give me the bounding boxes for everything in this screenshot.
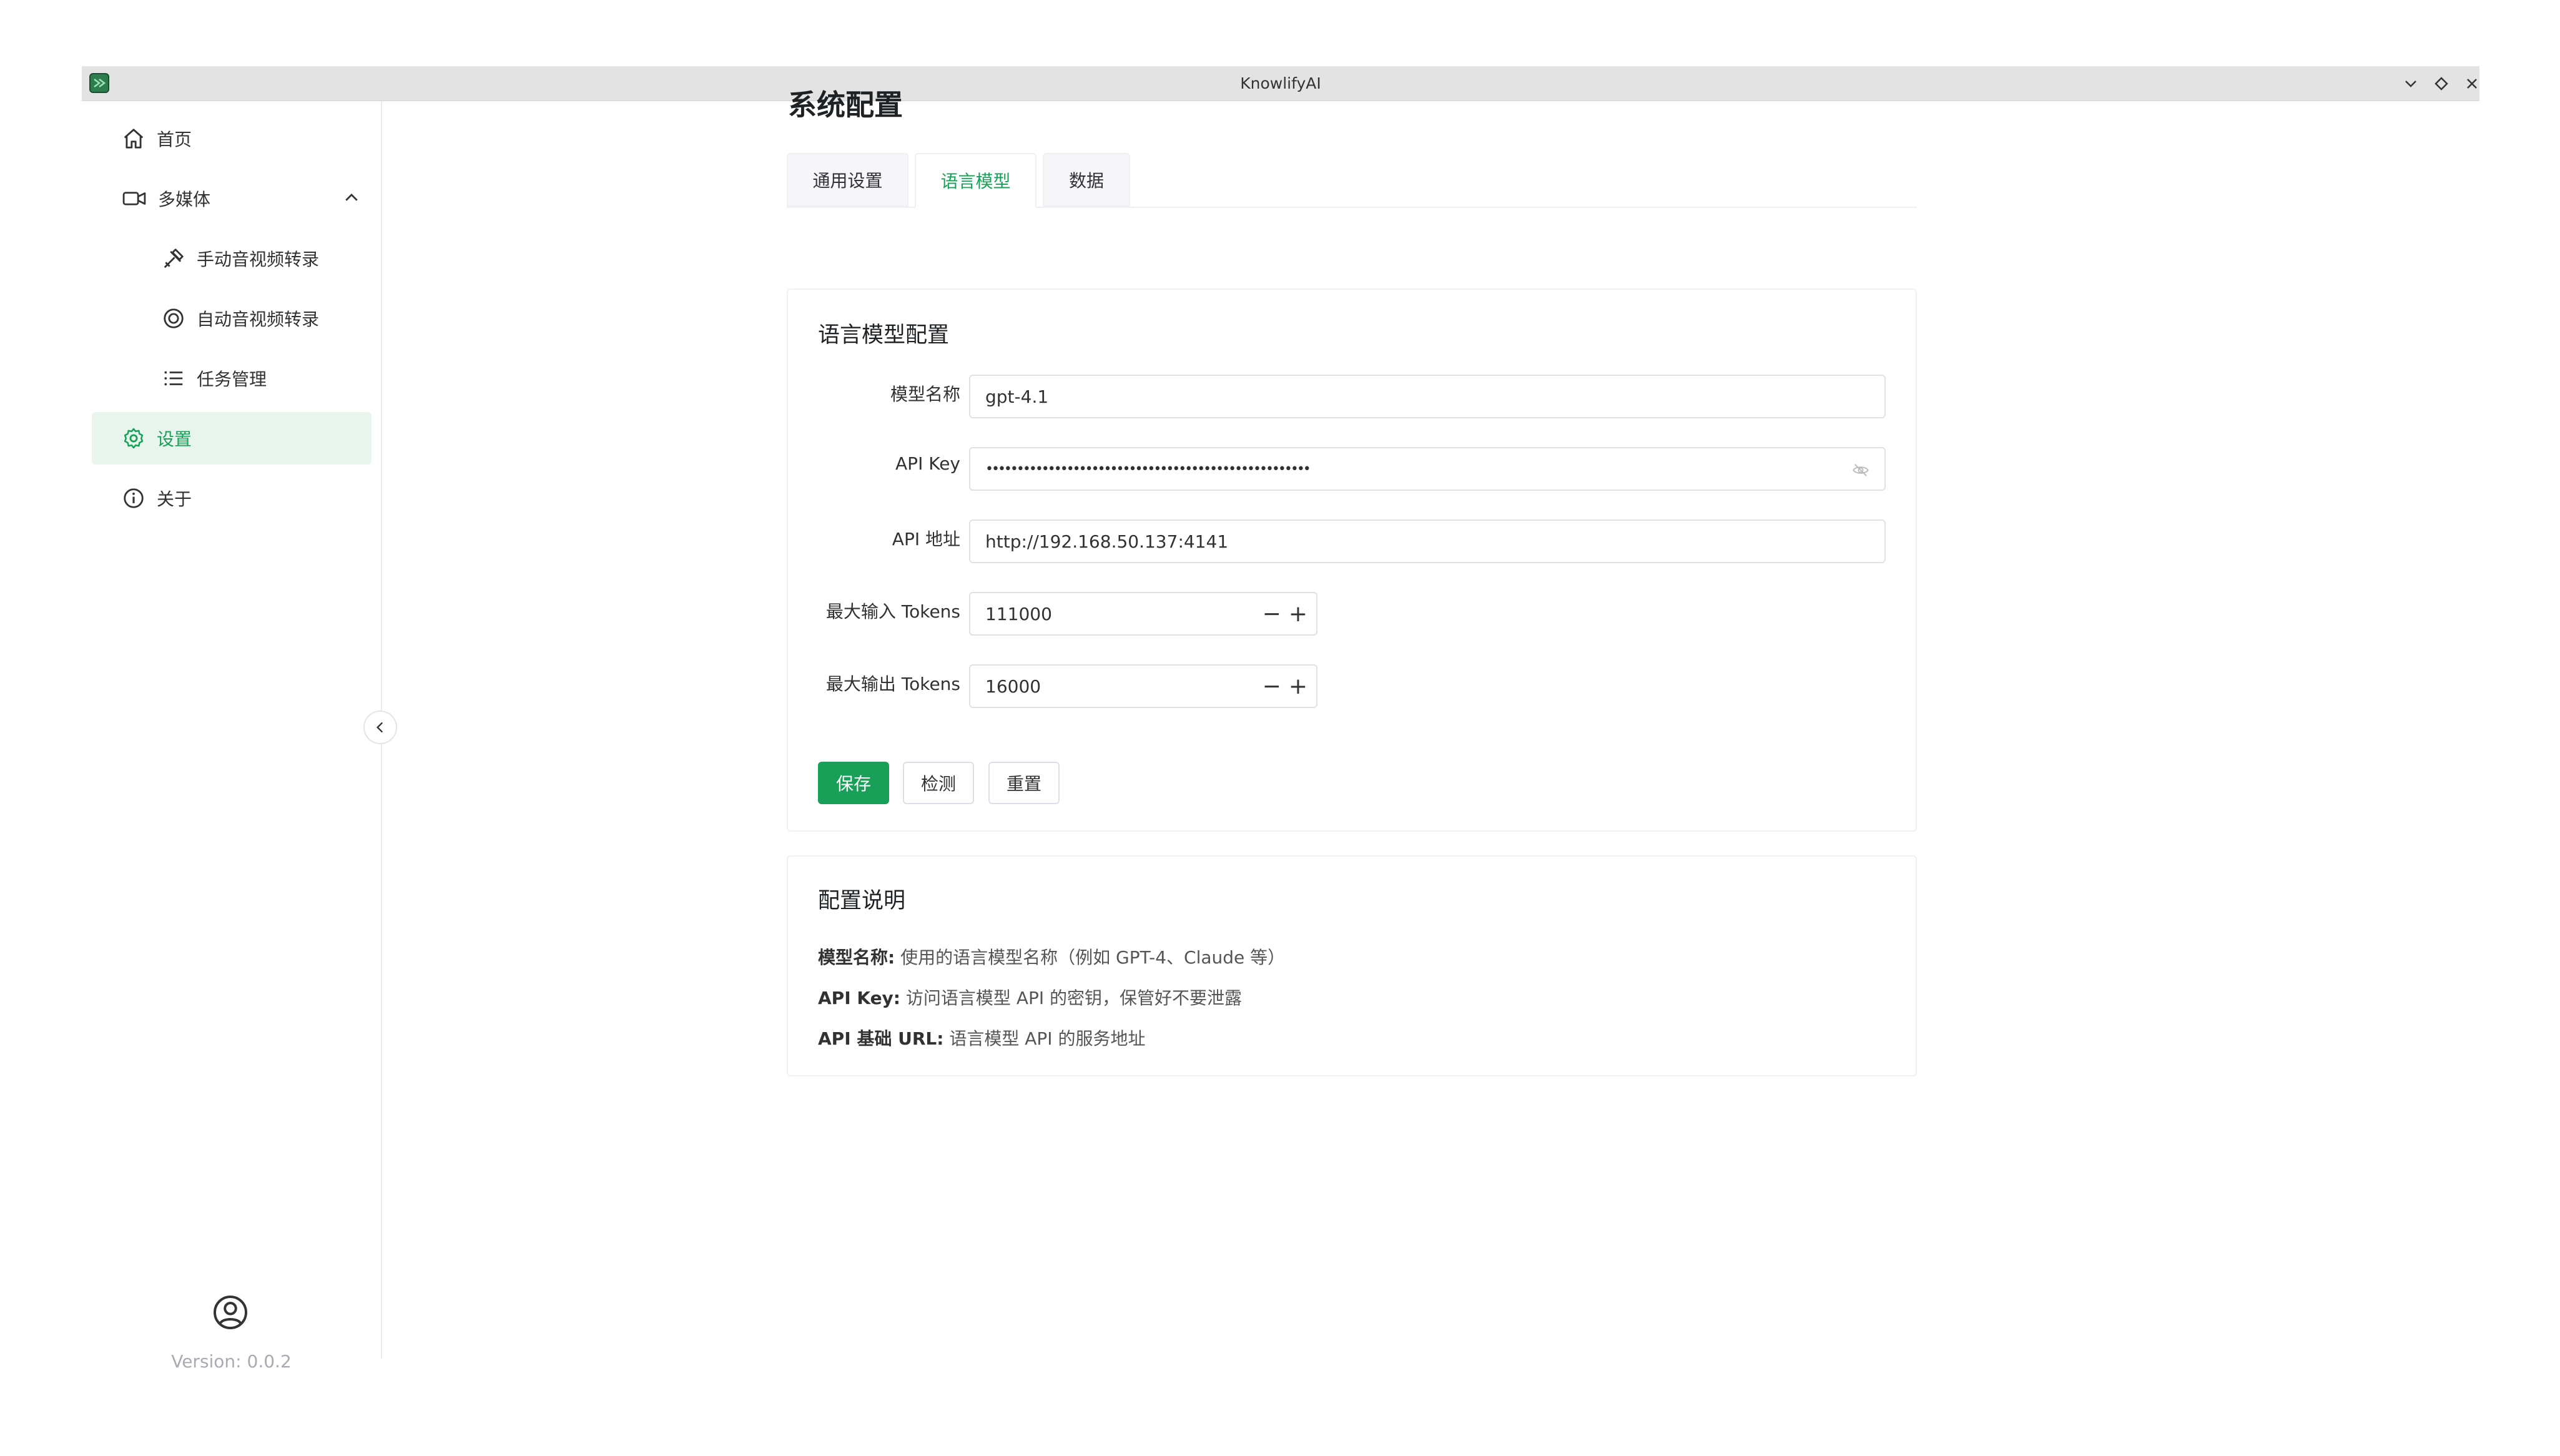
- config-help-card: 配置说明 模型名称: 使用的语言模型名称（例如 GPT-4、Claude 等） …: [787, 855, 1917, 1076]
- diamond-icon: [2434, 77, 2448, 91]
- input-value: 16000: [985, 676, 1041, 697]
- eye-off-icon[interactable]: [1852, 461, 1869, 479]
- tab-language-model[interactable]: 语言模型: [915, 153, 1036, 208]
- model-name-label: 模型名称: [890, 384, 960, 405]
- tools-icon: [164, 248, 184, 268]
- sidebar-item-label: 首页: [157, 129, 192, 150]
- stepper: − +: [1263, 666, 1307, 707]
- max-output-tokens-input[interactable]: 16000 − +: [969, 664, 1317, 708]
- chevron-left-icon: [376, 722, 383, 733]
- input-value: ••••••••••••••••••••••••••••••••••••••••…: [985, 461, 1311, 477]
- sidebar: 首页 多媒体 手动音视频转录 自动音视频转录 任务管理 设置 关于 Versio: [82, 101, 383, 1372]
- api-url-label: API 地址: [892, 529, 960, 549]
- title-bar: KnowlifyAI: [82, 66, 2479, 101]
- sidebar-item-label: 自动音视频转录: [197, 309, 320, 330]
- save-button[interactable]: 保存: [818, 762, 889, 804]
- list-icon: [164, 371, 183, 386]
- help-line: 模型名称: 使用的语言模型名称（例如 GPT-4、Claude 等）: [818, 944, 1285, 969]
- decrement-button[interactable]: −: [1263, 601, 1281, 627]
- info-icon: [124, 488, 144, 508]
- sidebar-item-task-manage[interactable]: 任务管理: [162, 352, 368, 405]
- help-text: 访问语言模型 API 的密钥，保管好不要泄露: [900, 988, 1243, 1008]
- sidebar-item-label: 任务管理: [197, 369, 267, 390]
- gear-icon: [124, 428, 144, 449]
- llm-config-card: 语言模型配置 模型名称 gpt-4.1 API Key ••••••••••••…: [787, 288, 1917, 832]
- decrement-button[interactable]: −: [1263, 674, 1281, 699]
- help-line: API Key: 访问语言模型 API 的密钥，保管好不要泄露: [818, 985, 1242, 1010]
- user-avatar-icon[interactable]: [212, 1294, 249, 1331]
- input-value: http://192.168.50.137:4141: [985, 531, 1229, 552]
- help-key: 模型名称:: [818, 947, 895, 968]
- window-title: KnowlifyAI: [1240, 74, 1321, 92]
- minimize-button[interactable]: [2399, 72, 2423, 96]
- model-name-input[interactable]: gpt-4.1: [969, 375, 1886, 418]
- tab-general[interactable]: 通用设置: [787, 153, 908, 207]
- video-camera-icon: [122, 192, 146, 205]
- help-key: API 基础 URL:: [818, 1028, 944, 1049]
- check-button[interactable]: 检测: [903, 762, 974, 804]
- card-title: 语言模型配置: [818, 323, 950, 348]
- max-input-tokens-input[interactable]: 111000 − +: [969, 592, 1317, 636]
- close-button[interactable]: [2460, 72, 2484, 96]
- sidebar-item-multimedia[interactable]: 多媒体: [122, 172, 383, 225]
- sidebar-item-label: 关于: [157, 489, 192, 509]
- api-url-input[interactable]: http://192.168.50.137:4141: [969, 519, 1886, 563]
- sidebar-item-label: 设置: [157, 429, 192, 450]
- api-key-input[interactable]: ••••••••••••••••••••••••••••••••••••••••…: [969, 447, 1886, 491]
- increment-button[interactable]: +: [1289, 601, 1307, 627]
- help-key: API Key:: [818, 988, 901, 1008]
- sidebar-item-settings[interactable]: 设置: [92, 412, 372, 465]
- sidebar-item-manual-transcribe[interactable]: 手动音视频转录: [162, 232, 368, 285]
- sidebar-item-about[interactable]: 关于: [122, 472, 353, 524]
- sidebar-collapse-button[interactable]: [363, 711, 397, 744]
- sidebar-item-label: 手动音视频转录: [197, 249, 320, 270]
- reset-button[interactable]: 重置: [988, 762, 1060, 804]
- max-output-tokens-label: 最大输出 Tokens: [825, 674, 960, 694]
- close-icon: [2467, 79, 2477, 89]
- target-icon: [164, 308, 184, 328]
- input-value: gpt-4.1: [985, 386, 1049, 407]
- input-value: 111000: [985, 603, 1052, 624]
- help-text: 使用的语言模型名称（例如 GPT-4、Claude 等）: [895, 947, 1286, 968]
- max-input-tokens-label: 最大输入 Tokens: [825, 601, 960, 622]
- sidebar-item-auto-transcribe[interactable]: 自动音视频转录: [162, 292, 368, 345]
- stepper: − +: [1263, 593, 1307, 634]
- chevron-up-icon[interactable]: [342, 189, 361, 207]
- version-text: Version: 0.0.2: [171, 1351, 292, 1372]
- sidebar-item-label: 多媒体: [158, 189, 211, 210]
- page-title: 系统配置: [788, 88, 903, 122]
- api-key-label: API Key: [895, 453, 960, 474]
- card-title: 配置说明: [818, 888, 906, 913]
- settings-tabs: 通用设置 语言模型 数据: [787, 153, 1917, 208]
- chevron-down-icon: [2405, 81, 2416, 87]
- maximize-button[interactable]: [2430, 72, 2453, 96]
- help-text: 语言模型 API 的服务地址: [943, 1028, 1146, 1049]
- tab-data[interactable]: 数据: [1043, 153, 1130, 207]
- home-icon: [124, 129, 144, 149]
- increment-button[interactable]: +: [1289, 674, 1307, 699]
- sidebar-item-home[interactable]: 首页: [122, 112, 353, 165]
- help-line: API 基础 URL: 语言模型 API 的服务地址: [818, 1025, 1145, 1050]
